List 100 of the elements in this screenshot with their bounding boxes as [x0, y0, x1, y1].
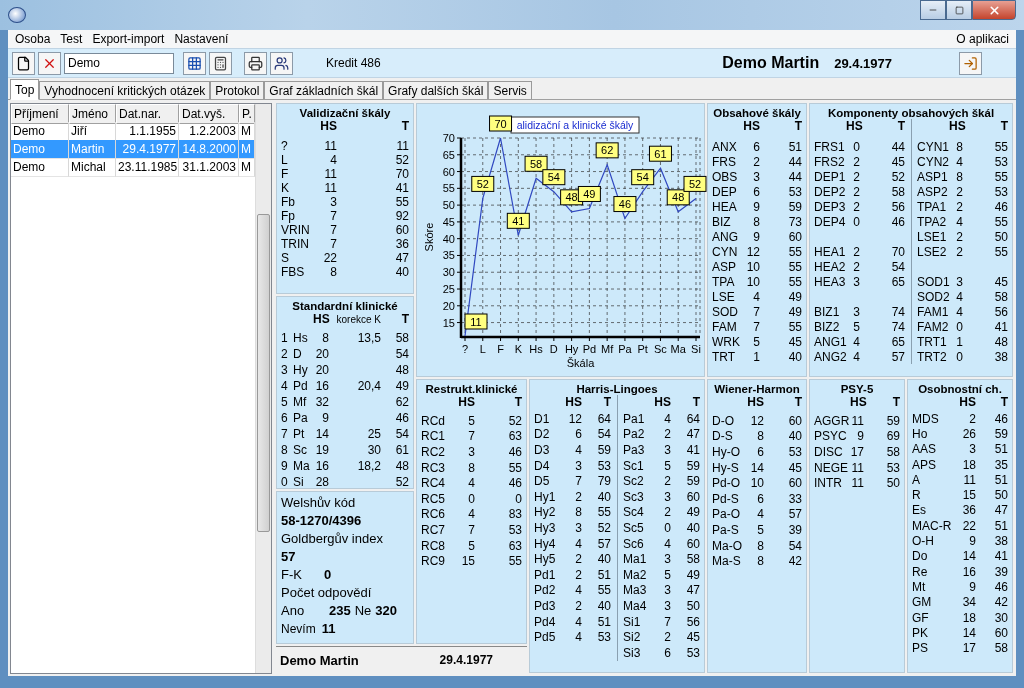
summary-label: Goldbergův index: [281, 531, 383, 546]
table-cell-text: 45: [787, 334, 802, 349]
tab[interactable]: Protokol: [210, 81, 265, 99]
table-cell: Demo: [11, 140, 69, 159]
minimize-button[interactable]: [920, 0, 946, 20]
table-cell: 11: [850, 460, 864, 475]
table-cell: DEP2: [814, 184, 846, 199]
summary-label: Welshův kód: [281, 495, 356, 510]
table-cell-text: 16: [314, 379, 329, 393]
table-cell-text: TRT1: [917, 334, 948, 349]
table-cell-text: 63: [507, 429, 522, 444]
data-label: 11: [470, 315, 482, 328]
delete-button[interactable]: [38, 51, 61, 75]
table-cell-text: 4: [329, 153, 337, 167]
exit-button[interactable]: [959, 51, 982, 75]
table-cell-text: 4: [752, 289, 760, 304]
table-cell-text: 0: [955, 319, 963, 334]
table-cell: ANG1: [814, 334, 846, 349]
tab[interactable]: Top: [10, 79, 40, 100]
table-cell-text: 4: [955, 214, 963, 229]
table-cell-text: 55: [993, 139, 1008, 154]
scrollbar[interactable]: [255, 104, 271, 673]
tab[interactable]: Grafy dalších škál: [383, 81, 489, 99]
table-cell-text: 60: [993, 625, 1008, 640]
table-button[interactable]: [183, 51, 206, 75]
tab[interactable]: Servis: [488, 81, 532, 99]
data-label: 11: [464, 313, 488, 330]
table-cell-text: 3: [663, 598, 671, 613]
table-cell-text: RC8: [421, 538, 446, 553]
table-cell-text: 62: [394, 395, 409, 409]
table-cell-text: RC9: [421, 554, 446, 569]
table-cell-text: 63: [507, 538, 522, 553]
tab[interactable]: Vyhodnocení kritických otázek: [39, 81, 211, 99]
table-cell-text: 53: [993, 184, 1008, 199]
menu-item[interactable]: Export-import: [87, 32, 170, 46]
table-cell-text: Hy5: [534, 552, 557, 567]
table-cell-text: RC3: [421, 460, 446, 475]
print-button[interactable]: [244, 51, 267, 75]
person-name: Demo Martin: [722, 54, 820, 72]
table-cell-text: 60: [787, 229, 802, 244]
table-cell-text: 53: [596, 630, 611, 645]
table-cell-text: GM: [912, 595, 933, 610]
data-label: 41: [512, 214, 525, 227]
column-header: T: [400, 312, 409, 326]
table-cell-text: 3: [467, 445, 475, 459]
data-label: 58: [524, 155, 548, 172]
column-header[interactable]: Dat.vyš.: [179, 104, 239, 124]
table-cell-text: 64: [596, 411, 611, 426]
table-row[interactable]: Demo Michal 23.11.1985 31.1.2003 M: [11, 158, 255, 176]
table-cell-text: Sc1: [623, 458, 645, 473]
table-cell-text: Pd1: [534, 567, 557, 582]
table-cell-text: 0: [281, 475, 289, 489]
tab[interactable]: Graf základních škál: [264, 81, 384, 99]
table-cell-text: 2: [852, 244, 860, 259]
axis-tick-label: 35: [442, 249, 455, 262]
table-cell-text: 7: [329, 223, 337, 237]
data-label: 52: [683, 175, 707, 192]
table-cell-text: FAM: [712, 319, 738, 334]
axis-tick-label: Hs: [529, 343, 543, 355]
table-cell-text: 6: [752, 184, 760, 199]
table-cell-text: 52: [596, 520, 611, 535]
table-cell-text: 56: [685, 614, 700, 629]
table-cell-text: 69: [885, 429, 900, 444]
close-button[interactable]: [972, 0, 1016, 20]
axis-tick-label: 30: [442, 266, 455, 279]
menu-item[interactable]: Nastavení: [169, 32, 234, 46]
column-header[interactable]: Jméno: [69, 104, 116, 124]
calculator-button[interactable]: [209, 51, 232, 75]
table-cell-text: 0: [663, 520, 671, 535]
table-cell-text: 7: [663, 614, 671, 629]
table-cell-text: 41: [993, 319, 1008, 334]
table-cell-text: 47: [685, 583, 700, 598]
menu-item[interactable]: Test: [55, 32, 88, 46]
document-icon: [16, 55, 31, 71]
table-cell-text: 2: [852, 184, 860, 199]
table-cell-text: 54: [787, 538, 802, 553]
column-header[interactable]: P.: [239, 104, 255, 124]
column-header[interactable]: Dat.nar.: [116, 104, 179, 124]
maximize-button[interactable]: [946, 0, 972, 20]
table-cell-text: 47: [394, 251, 409, 265]
table-cell-text: 7: [467, 522, 475, 537]
table-cell-text: 41: [993, 549, 1008, 564]
table-cell-text: 3: [574, 520, 582, 535]
table-cell-text: 74: [890, 319, 905, 334]
new-button[interactable]: [12, 51, 35, 75]
table-cell-text: 1: [752, 349, 760, 364]
menu-item[interactable]: O aplikaci: [951, 32, 1014, 46]
table-cell-text: 7: [329, 209, 337, 223]
table-cell-text: 0: [852, 139, 860, 154]
table-cell-text: Ma-O: [712, 538, 743, 553]
column-header[interactable]: Příjmení: [11, 104, 69, 124]
table-cell-text: 9: [321, 411, 329, 425]
search-field[interactable]: Demo: [64, 52, 174, 74]
column-header: HS: [313, 312, 329, 326]
people-button[interactable]: [270, 51, 293, 75]
column-header: T: [891, 395, 900, 409]
table-cell-text: 2: [852, 199, 860, 214]
menu-item[interactable]: Osoba: [10, 32, 56, 46]
table-cell-text: Es: [912, 503, 927, 518]
summary-label: Ne: [354, 603, 372, 618]
